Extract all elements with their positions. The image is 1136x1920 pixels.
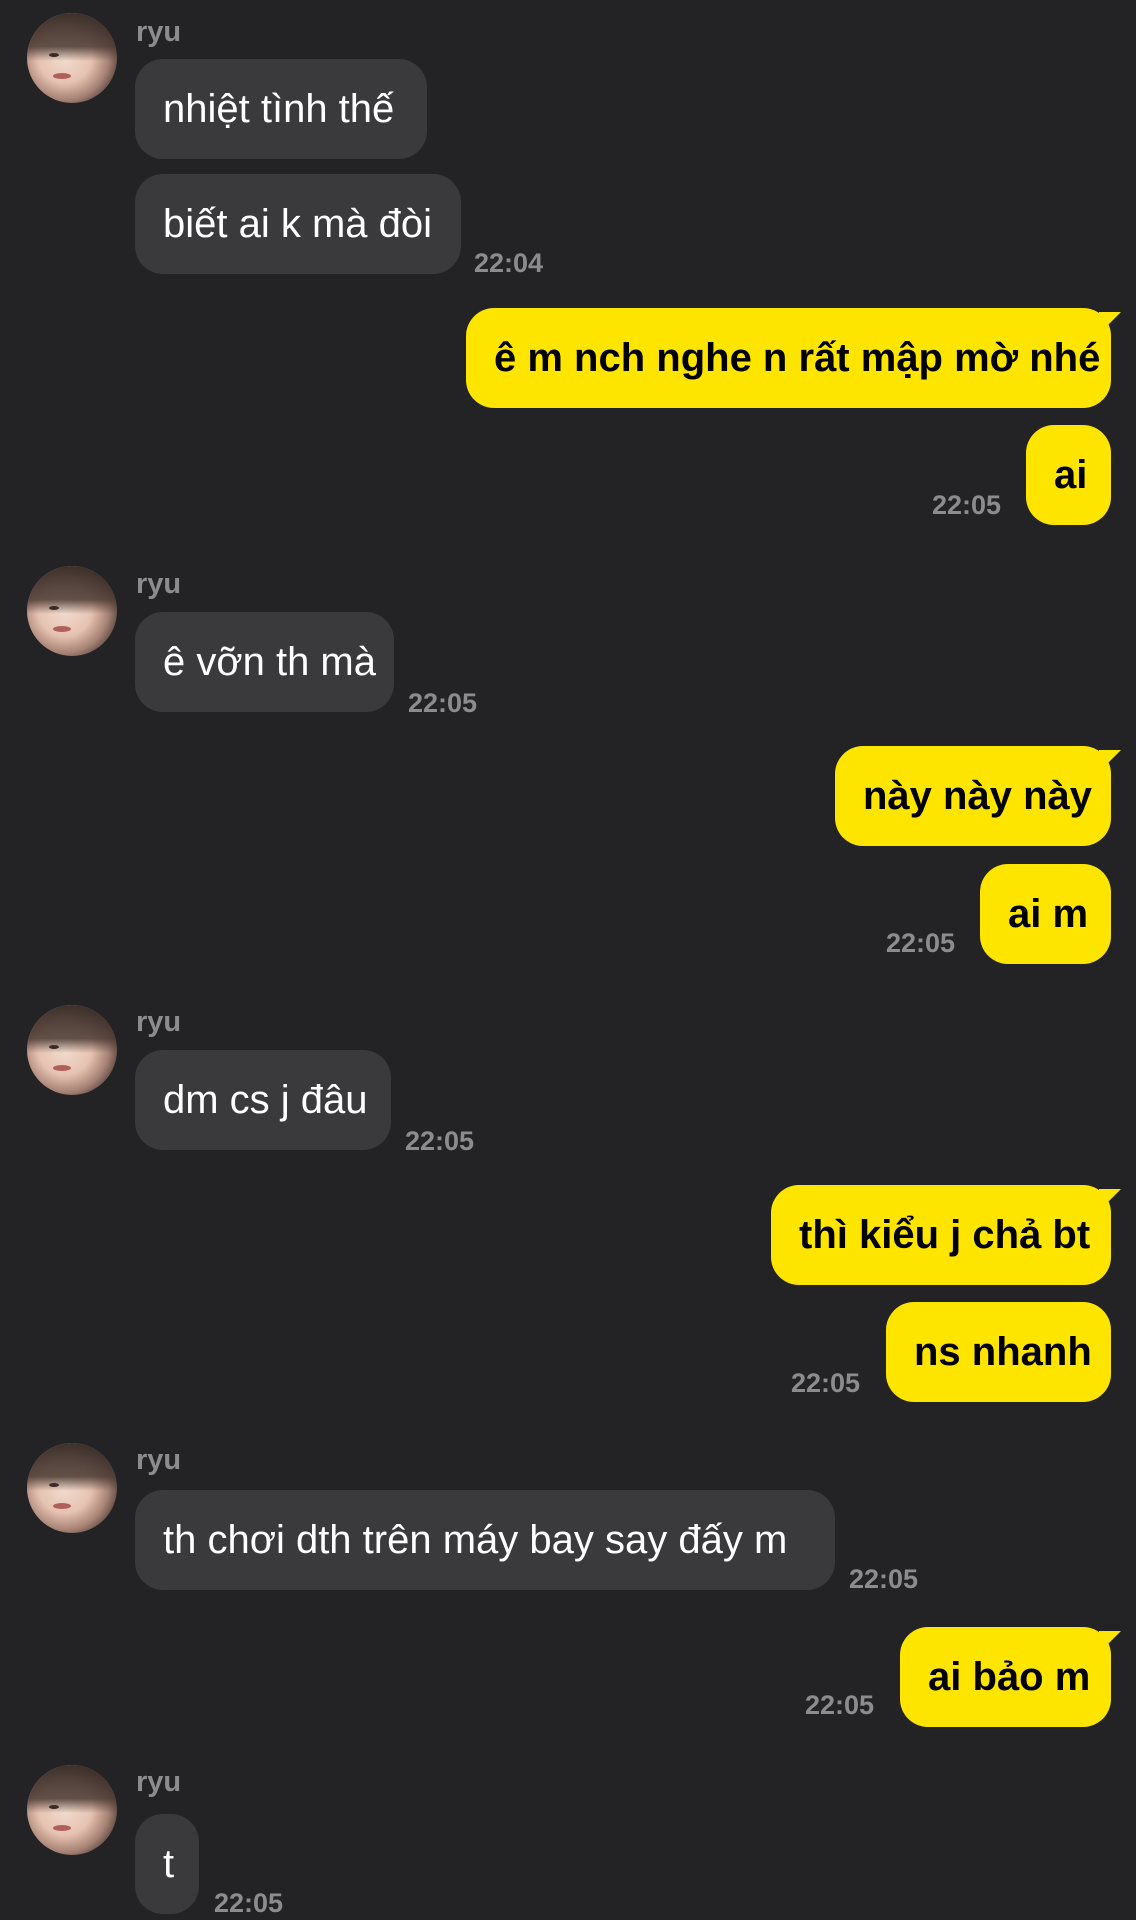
outgoing-message[interactable]: ai bảo m bbox=[900, 1627, 1111, 1727]
outgoing-message[interactable]: ai bbox=[1026, 425, 1111, 525]
outgoing-message[interactable]: ai m bbox=[980, 864, 1111, 964]
avatar-lip bbox=[53, 73, 71, 79]
avatar-hair bbox=[27, 1765, 117, 1813]
message-timestamp: 22:05 bbox=[849, 1564, 919, 1594]
contact-name[interactable]: ryu bbox=[136, 16, 181, 49]
message-timestamp: 22:05 bbox=[405, 1126, 475, 1156]
avatar-eye bbox=[49, 1805, 59, 1809]
incoming-message[interactable]: ê vỡn th mà bbox=[135, 612, 394, 712]
avatar-hair bbox=[27, 1005, 117, 1053]
avatar-lip bbox=[53, 626, 71, 632]
incoming-message[interactable]: nhiệt tình thế bbox=[135, 59, 427, 159]
avatar-lip bbox=[53, 1065, 71, 1071]
avatar-hair bbox=[27, 13, 117, 61]
contact-avatar[interactable] bbox=[27, 1005, 117, 1095]
contact-name[interactable]: ryu bbox=[136, 1006, 181, 1039]
contact-name[interactable]: ryu bbox=[136, 568, 181, 601]
message-timestamp: 22:05 bbox=[408, 688, 478, 718]
message-timestamp: 22:05 bbox=[932, 490, 1002, 520]
contact-avatar[interactable] bbox=[27, 1443, 117, 1533]
message-timestamp: 22:05 bbox=[214, 1888, 284, 1918]
avatar-eye bbox=[49, 53, 59, 57]
avatar-lip bbox=[53, 1503, 71, 1509]
message-timestamp: 22:04 bbox=[474, 248, 544, 278]
avatar-lip bbox=[53, 1825, 71, 1831]
outgoing-message[interactable]: ns nhanh bbox=[886, 1302, 1111, 1402]
incoming-message[interactable]: t bbox=[135, 1814, 199, 1914]
message-timestamp: 22:05 bbox=[805, 1690, 875, 1720]
incoming-message[interactable]: biết ai k mà đòi bbox=[135, 174, 461, 274]
incoming-message[interactable]: dm cs j đâu bbox=[135, 1050, 391, 1150]
contact-avatar[interactable] bbox=[27, 1765, 117, 1855]
message-timestamp: 22:05 bbox=[886, 928, 956, 958]
avatar-eye bbox=[49, 1045, 59, 1049]
avatar-eye bbox=[49, 1483, 59, 1487]
contact-name[interactable]: ryu bbox=[136, 1766, 181, 1799]
avatar-hair bbox=[27, 566, 117, 614]
contact-avatar[interactable] bbox=[27, 13, 117, 103]
contact-avatar[interactable] bbox=[27, 566, 117, 656]
contact-name[interactable]: ryu bbox=[136, 1444, 181, 1477]
outgoing-message[interactable]: thì kiểu j chả bt bbox=[771, 1185, 1111, 1285]
message-timestamp: 22:05 bbox=[791, 1368, 861, 1398]
avatar-eye bbox=[49, 606, 59, 610]
incoming-message[interactable]: th chơi dth trên máy bay say đấy m bbox=[135, 1490, 835, 1590]
avatar-hair bbox=[27, 1443, 117, 1491]
outgoing-message[interactable]: ê m nch nghe n rất mập mờ nhé bbox=[466, 308, 1111, 408]
outgoing-message[interactable]: này này này bbox=[835, 746, 1111, 846]
